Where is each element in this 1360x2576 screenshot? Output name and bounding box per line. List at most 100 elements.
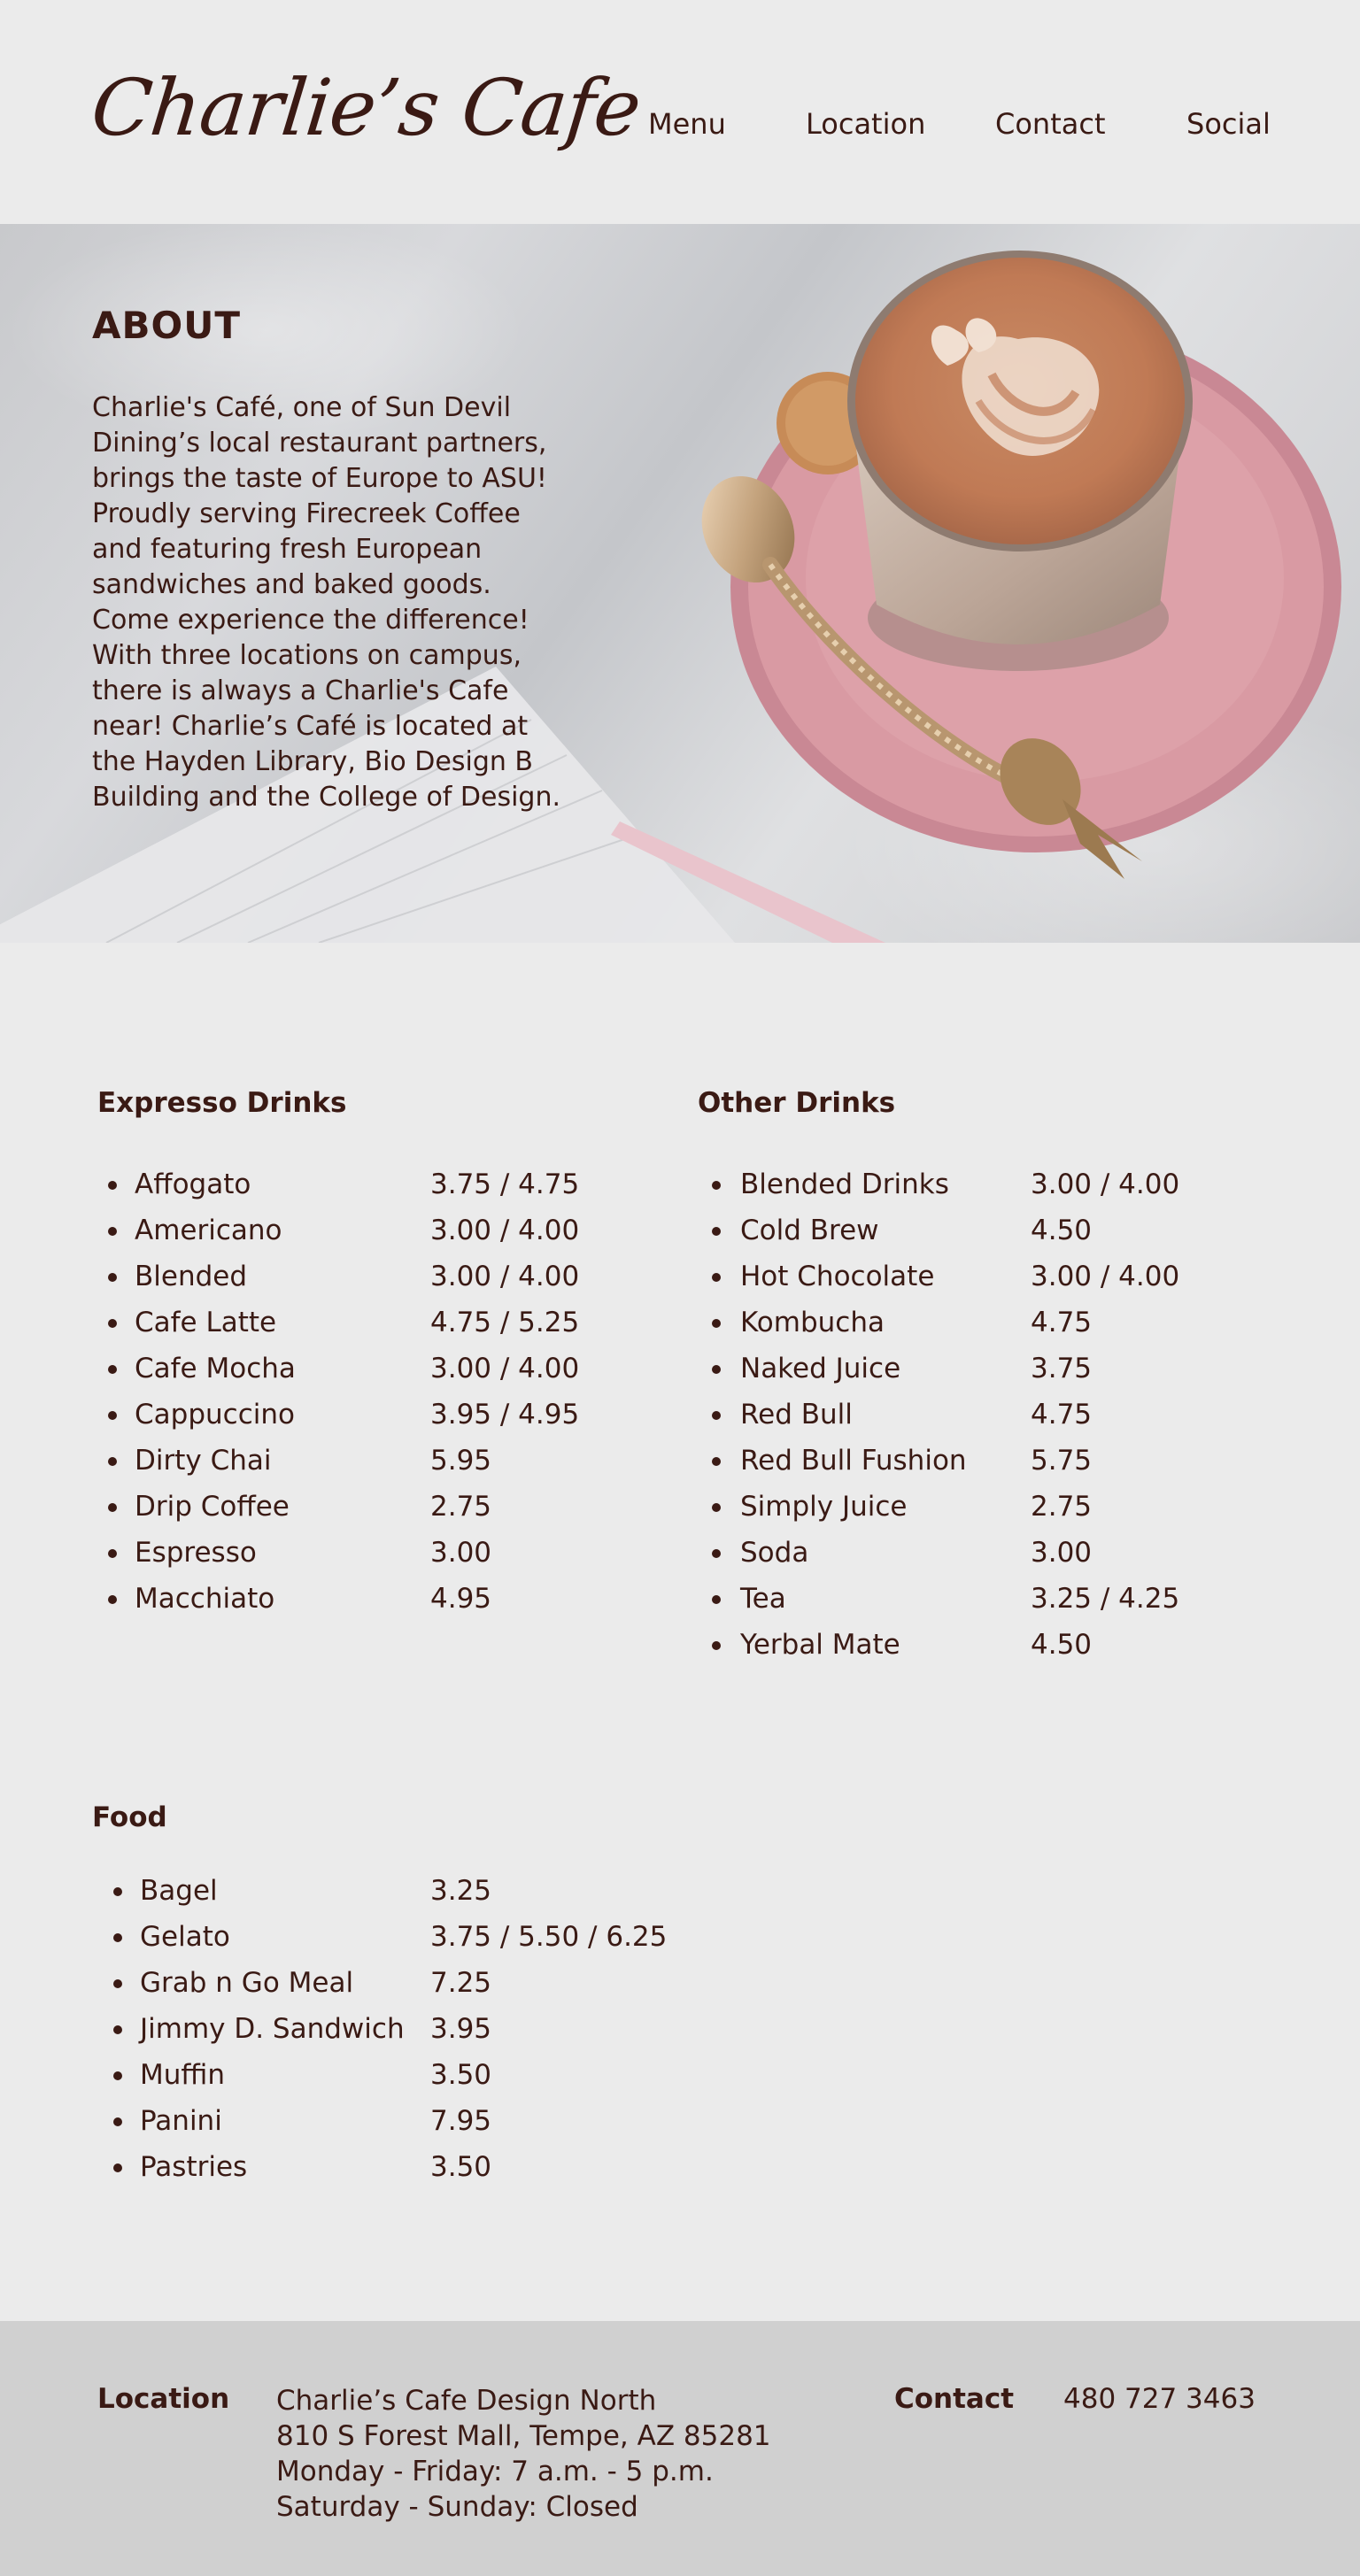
item-price: 4.75 / 5.25 [430,1307,580,1338]
nav-contact[interactable]: Contact [995,108,1106,140]
item-price: 2.75 [430,1491,492,1523]
bullet-icon [108,1503,117,1512]
item-name: Gelato [140,1921,230,1953]
bullet-icon [108,1181,117,1190]
item-name: Blended Drinks [740,1168,949,1200]
footer-phone[interactable]: 480 727 3463 [1063,2383,1256,2415]
menu-item: Blended Drinks 3.00 / 4.00 [712,1161,1208,1207]
item-name: Simply Juice [740,1491,908,1523]
menu-item: Cafe Mocha 3.00 / 4.00 [108,1346,604,1392]
item-name: Cafe Latte [135,1307,277,1338]
bullet-icon [712,1227,721,1236]
menu-item: Espresso 3.00 [108,1530,604,1576]
item-price: 3.00 / 4.00 [1031,1261,1180,1292]
about-line: Charlie's Café, one of Sun Devil [92,392,512,423]
about-line: there is always a Charlie's Cafe [92,675,509,706]
item-price: 5.95 [430,1445,492,1477]
bullet-icon [712,1457,721,1466]
bullet-icon [108,1595,117,1604]
menu-item: Panini 7.95 [113,2098,680,2144]
bullet-icon [113,2163,122,2172]
item-name: Hot Chocolate [740,1261,935,1292]
menu-item: Grab n Go Meal 7.25 [113,1960,680,2006]
bullet-icon [712,1411,721,1420]
bullet-icon [712,1503,721,1512]
item-name: Red Bull [740,1399,853,1431]
menu-item: Naked Juice 3.75 [712,1346,1208,1392]
item-name: Soda [740,1537,809,1569]
item-price: 7.25 [430,1967,492,1999]
other-drinks-list: Blended Drinks 3.00 / 4.00 Cold Brew 4.50 … [712,1161,1208,1668]
bullet-icon [113,1933,122,1942]
nav-location[interactable]: Location [806,108,925,140]
item-price: 3.00 / 4.00 [430,1353,580,1384]
item-name: Dirty Chai [135,1445,272,1477]
item-name: Drip Coffee [135,1491,290,1523]
address-line: Charlie’s Cafe Design North [276,2385,657,2417]
item-price: 3.75 [1031,1353,1093,1384]
item-price: 4.50 [1031,1215,1093,1246]
bullet-icon [113,1887,122,1896]
menu-item: Cafe Latte 4.75 / 5.25 [108,1300,604,1346]
nav-menu[interactable]: Menu [648,108,726,140]
menu-item: Muffin 3.50 [113,2052,680,2098]
about-line: With three locations on campus, [92,640,522,671]
about-line: Come experience the difference! [92,605,529,636]
item-name: Cappuccino [135,1399,295,1431]
menu-item: Yerbal Mate 4.50 [712,1622,1208,1668]
about-line: Proudly serving Firecreek Coffee [92,498,521,529]
item-name: Grab n Go Meal [140,1967,354,1999]
bullet-icon [108,1365,117,1374]
item-price: 4.75 [1031,1307,1093,1338]
menu-item: Simply Juice 2.75 [712,1484,1208,1530]
about-line: the Hayden Library, Bio Design B [92,746,533,777]
section-title-food: Food [92,1801,167,1833]
item-price: 3.00 [1031,1537,1093,1569]
about-line: Dining’s local restaurant partners, [92,428,547,459]
bullet-icon [113,1979,122,1988]
bullet-icon [712,1181,721,1190]
item-name: Affogato [135,1168,251,1200]
item-name: Macchiato [135,1583,275,1615]
item-price: 4.75 [1031,1399,1093,1431]
item-price: 3.50 [430,2151,492,2183]
section-title-other: Other Drinks [698,1087,896,1119]
bullet-icon [108,1227,117,1236]
menu-item: Red Bull Fushion 5.75 [712,1438,1208,1484]
item-price: 3.75 / 5.50 / 6.25 [430,1921,668,1953]
bullet-icon [712,1273,721,1282]
item-name: Americano [135,1215,282,1246]
menu-item: Tea 3.25 / 4.25 [712,1576,1208,1622]
bullet-icon [108,1411,117,1420]
menu-item: Bagel 3.25 [113,1868,680,1914]
item-price: 3.95 / 4.95 [430,1399,580,1431]
menu-item: Blended 3.00 / 4.00 [108,1253,604,1300]
about-line: sandwiches and baked goods. [92,569,491,600]
item-price: 3.00 / 4.00 [1031,1168,1180,1200]
menu-item: Soda 3.00 [712,1530,1208,1576]
about-hero: ABOUT Charlie's Café, one of Sun Devil D… [0,224,1360,943]
item-price: 3.95 [430,2013,492,2045]
nav-social[interactable]: Social [1186,108,1271,140]
bullet-icon [712,1319,721,1328]
about-line: Building and the College of Design. [92,782,561,813]
bullet-icon [108,1273,117,1282]
bullet-icon [712,1549,721,1558]
item-price: 3.00 / 4.00 [430,1215,580,1246]
item-price: 2.75 [1031,1491,1093,1523]
menu-item: Cold Brew 4.50 [712,1207,1208,1253]
item-name: Jimmy D. Sandwich [140,2013,405,2045]
item-name: Tea [740,1583,786,1615]
item-name: Panini [140,2105,222,2137]
brand-logo[interactable]: Charlie’s Cafe [88,62,645,153]
about-title: ABOUT [92,304,241,347]
item-price: 5.75 [1031,1445,1093,1477]
footer-address: Charlie’s Cafe Design North 810 S Forest… [276,2383,771,2525]
menu-item: Jimmy D. Sandwich 3.95 [113,2006,680,2052]
item-name: Kombucha [740,1307,885,1338]
menu-item: Red Bull 4.75 [712,1392,1208,1438]
about-text: Charlie's Café, one of Sun Devil Dining’… [92,390,570,815]
address-line: Monday - Friday: 7 a.m. - 5 p.m. [276,2456,714,2487]
item-name: Blended [135,1261,248,1292]
item-price: 3.00 [430,1537,492,1569]
